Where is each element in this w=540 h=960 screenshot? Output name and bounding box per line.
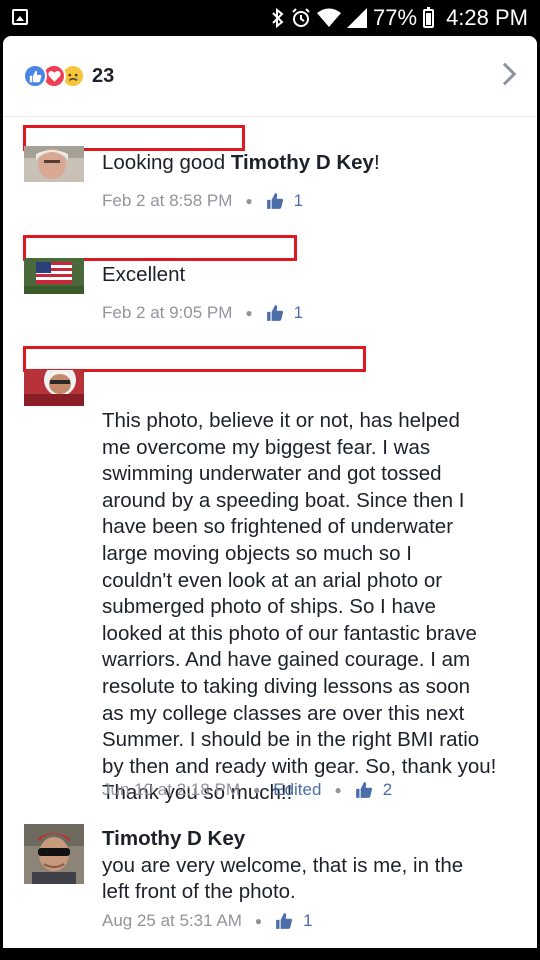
- comment-meta: Jun 10 at 2:18 PM ● Edited ● 2: [102, 779, 392, 801]
- separator-dot: ●: [245, 194, 253, 208]
- comment-meta: Feb 2 at 9:05 PM ● 1: [102, 302, 303, 324]
- battery-icon: [423, 6, 435, 28]
- reactions-summary[interactable]: 23: [23, 62, 114, 90]
- comment-text-line: left front of the photo.: [102, 880, 296, 904]
- gallery-icon: [12, 9, 28, 25]
- comment-meta: Aug 25 at 5:31 AM ● 1: [102, 910, 313, 932]
- like-count: 1: [293, 303, 304, 322]
- bottom-edge: [0, 948, 540, 960]
- clock: 4:28 PM: [446, 5, 528, 30]
- comment-text-line: you are very welcome, that is me, in the: [102, 853, 464, 877]
- thumbs-up-icon[interactable]: [355, 781, 373, 799]
- comment-timestamp[interactable]: Feb 2 at 9:05 PM: [102, 303, 232, 323]
- thumbs-up-icon[interactable]: [266, 304, 284, 322]
- signal-icon: [347, 8, 368, 28]
- wifi-icon: [317, 8, 342, 27]
- comment-body: Timothy D Key you are very welcome, that…: [102, 826, 512, 906]
- avatar[interactable]: [24, 146, 84, 182]
- alarm-icon: [292, 8, 310, 27]
- comment-timestamp[interactable]: Aug 25 at 5:31 AM: [102, 911, 242, 931]
- avatar[interactable]: [24, 370, 84, 406]
- comment-timestamp[interactable]: Feb 2 at 8:58 PM: [102, 191, 232, 211]
- separator-dot: ●: [245, 306, 253, 320]
- like-reaction-icon: [23, 64, 47, 88]
- separator-dot: ●: [334, 783, 342, 797]
- like-count: 1: [303, 911, 313, 930]
- comment-text: Looking good Timothy D Key!: [102, 151, 380, 174]
- like-count: 2: [382, 780, 393, 799]
- header-divider: [3, 116, 537, 117]
- battery-percent: 77%: [373, 5, 418, 30]
- comments-sheet: 23 Looking good Timothy D Key! Feb 2 at …: [3, 36, 537, 948]
- comment-author-name[interactable]: Timothy D Key: [102, 826, 512, 853]
- comment-meta: Feb 2 at 8:58 PM ● 1: [102, 190, 303, 212]
- chevron-right-icon[interactable]: [493, 62, 517, 86]
- avatar[interactable]: [24, 258, 84, 294]
- thumbs-up-icon[interactable]: [275, 912, 293, 930]
- thumbs-up-icon[interactable]: [266, 192, 284, 210]
- redacted-author-name: [23, 346, 366, 372]
- bluetooth-icon: [272, 8, 284, 28]
- reaction-count: 23: [92, 64, 115, 87]
- separator-dot: ●: [254, 914, 263, 928]
- edited-link[interactable]: Edited: [273, 780, 321, 800]
- mention-link[interactable]: Timothy D Key: [231, 151, 374, 174]
- status-bar: 77% 4:28 PM: [0, 0, 540, 36]
- status-icons: 77% 4:28 PM: [271, 5, 528, 31]
- comment-text: Excellent: [102, 263, 186, 286]
- comment-text: This photo, believe it or not, has helpe…: [102, 409, 497, 805]
- like-count: 1: [293, 191, 304, 210]
- separator-dot: ●: [252, 783, 261, 797]
- comment-timestamp[interactable]: Jun 10 at 2:18 PM: [102, 780, 240, 800]
- avatar[interactable]: [24, 824, 84, 884]
